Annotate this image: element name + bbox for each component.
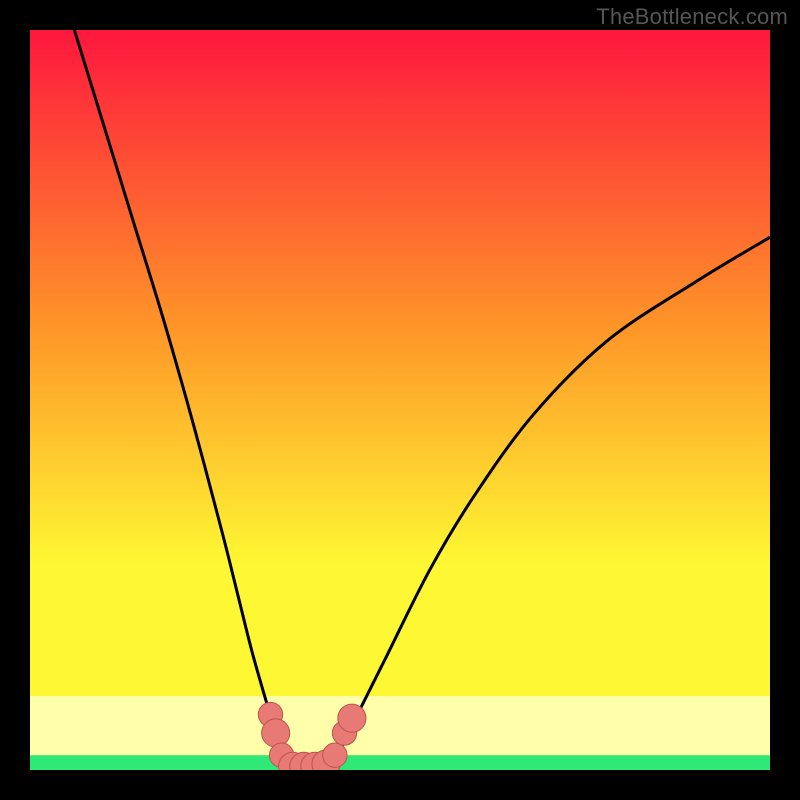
curve-marker	[338, 704, 366, 732]
chart-svg	[30, 30, 770, 770]
curve-marker	[262, 719, 290, 747]
chart-frame: TheBottleneck.com	[0, 0, 800, 800]
curve-marker	[323, 743, 347, 767]
gradient-background	[30, 30, 770, 770]
watermark-text: TheBottleneck.com	[596, 4, 788, 30]
yellow-band	[30, 696, 770, 755]
plot-area	[30, 30, 770, 770]
green-band	[30, 755, 770, 770]
